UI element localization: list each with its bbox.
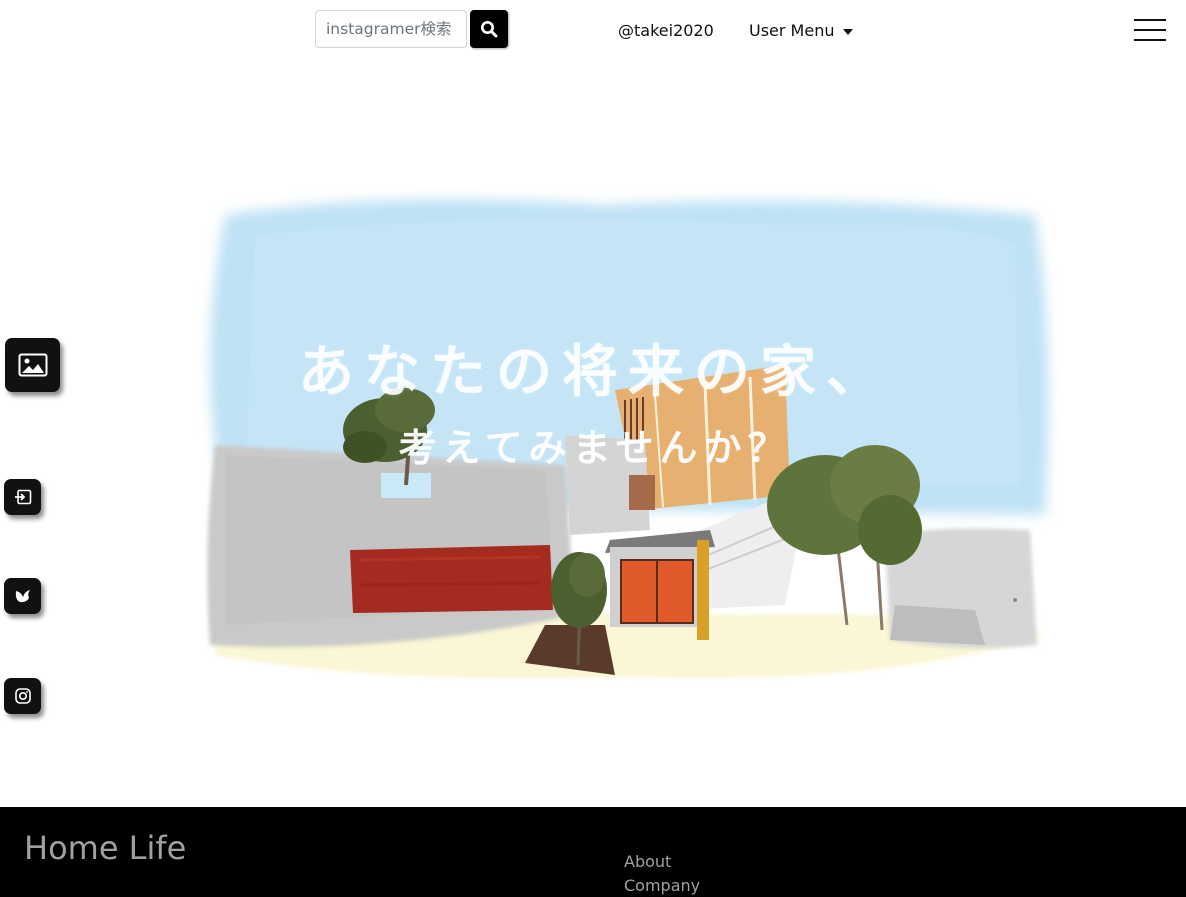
search-form xyxy=(315,10,508,48)
footer-link-company[interactable]: Company xyxy=(624,876,700,895)
hero-subtitle: 考えてみませんか？ xyxy=(398,426,792,470)
username-link[interactable]: @takei2020 xyxy=(618,21,714,40)
gallery-button[interactable] xyxy=(5,338,60,392)
user-menu-label: User Menu xyxy=(749,21,835,40)
hamburger-line xyxy=(1134,29,1166,31)
hamburger-line xyxy=(1134,39,1166,41)
search-button[interactable] xyxy=(470,10,508,48)
garage-door xyxy=(350,545,553,613)
bird-icon xyxy=(15,590,30,603)
hamburger-line xyxy=(1134,19,1166,21)
hero-title: あなたの将来の家、 xyxy=(298,340,892,405)
image-icon xyxy=(18,353,47,377)
chevron-down-icon xyxy=(843,28,854,35)
user-menu-dropdown[interactable]: User Menu xyxy=(749,21,854,40)
login-icon xyxy=(14,489,31,505)
instagram-button[interactable] xyxy=(4,678,41,714)
login-button[interactable] xyxy=(4,479,41,515)
search-input[interactable] xyxy=(315,10,467,48)
footer: Home Life About Company xyxy=(0,807,1186,897)
page: @takei2020 User Menu xyxy=(0,0,1186,897)
search-icon xyxy=(481,21,498,38)
footer-link-about[interactable]: About xyxy=(624,852,671,871)
instagram-icon xyxy=(14,688,31,704)
hamburger-menu-button[interactable] xyxy=(1134,19,1166,41)
footer-brand: Home Life xyxy=(24,829,187,867)
hero-section: あなたの将来の家、 考えてみませんか？ xyxy=(185,185,1065,685)
bird-button[interactable] xyxy=(4,578,41,614)
